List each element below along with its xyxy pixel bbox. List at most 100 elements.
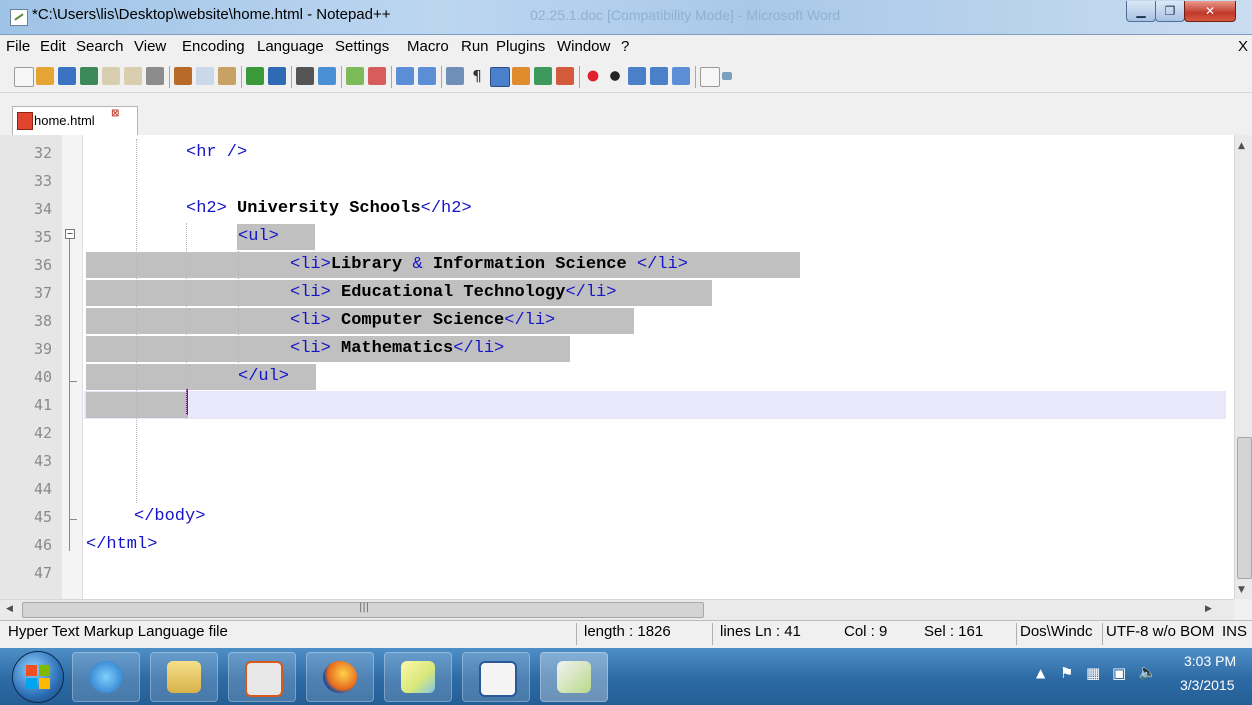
record-macro-icon[interactable]	[584, 67, 602, 85]
menu-language[interactable]: Language	[257, 38, 324, 55]
maximize-button[interactable]: ❐	[1155, 1, 1185, 22]
stop-macro-icon[interactable]	[606, 67, 624, 85]
taskbar-word[interactable]	[462, 652, 530, 702]
find-icon[interactable]	[296, 67, 314, 85]
spell-check-icon[interactable]	[700, 67, 720, 87]
user-language-icon[interactable]	[512, 67, 530, 85]
menu-edit[interactable]: Edit	[40, 38, 66, 55]
menu-file[interactable]: File	[6, 38, 30, 55]
line-number: 46	[33, 536, 52, 554]
fold-toggle-icon[interactable]: −	[65, 229, 75, 239]
status-lines-ln: lines Ln : 41	[720, 623, 801, 640]
network-icon[interactable]: ▣	[1112, 664, 1126, 682]
status-eol[interactable]: Dos\Windc	[1020, 623, 1102, 640]
clock-date[interactable]: 3/3/2015	[1180, 677, 1235, 693]
scroll-right-icon[interactable]: ▶	[1205, 604, 1212, 614]
status-insert-mode: INS	[1222, 623, 1248, 640]
open-file-icon[interactable]	[36, 67, 54, 85]
undo-icon[interactable]	[246, 67, 264, 85]
scroll-left-icon[interactable]: ◀	[6, 604, 13, 614]
zoom-in-icon[interactable]	[346, 67, 364, 85]
code-line[interactable]: 34 <h2> University Schools</h2>	[0, 195, 1234, 223]
menu-macro[interactable]: Macro	[407, 38, 449, 55]
copy-icon[interactable]	[196, 67, 214, 85]
action-center-flag-icon[interactable]: ⚑	[1060, 664, 1073, 682]
menu-search[interactable]: Search	[76, 38, 124, 55]
taskbar-file-explorer[interactable]	[150, 652, 218, 702]
new-file-icon[interactable]	[14, 67, 34, 87]
save-all-icon[interactable]	[80, 67, 98, 85]
notepad-plus-plus-icon	[10, 9, 28, 26]
taskbar-sticky-notes[interactable]	[384, 652, 452, 702]
show-hidden-icons-icon[interactable]: ▲	[1036, 666, 1045, 680]
sync-horizontal-icon[interactable]	[418, 67, 436, 85]
plugin-icon[interactable]	[722, 72, 732, 80]
code-line[interactable]: 33	[0, 167, 1234, 195]
title-bar[interactable]: *C:\Users\lis\Desktop\website\home.html …	[0, 0, 1252, 35]
taskbar-media-app[interactable]	[228, 652, 296, 702]
code-line[interactable]: 42	[0, 419, 1234, 447]
save-icon[interactable]	[58, 67, 76, 85]
code-text: <hr />	[186, 139, 247, 167]
html-tag-token: </li>	[453, 339, 505, 358]
save-macro-icon[interactable]	[672, 67, 690, 85]
indent-guide-icon[interactable]	[490, 67, 510, 87]
tab-home-html[interactable]: home.html ⊠	[12, 106, 138, 135]
paste-icon[interactable]	[218, 67, 236, 85]
menu-bar: File Edit Search View Encoding Language …	[0, 35, 1252, 59]
status-encoding[interactable]: UTF-8 w/o BOM	[1106, 623, 1220, 640]
current-line-highlight	[84, 391, 1226, 419]
menu-view[interactable]: View	[134, 38, 166, 55]
code-line[interactable]: 46 </html>	[0, 531, 1234, 559]
menu-run[interactable]: Run	[461, 38, 489, 55]
start-button[interactable]	[12, 651, 64, 703]
scroll-down-icon[interactable]: ▼	[1238, 585, 1245, 595]
taskbar-firefox[interactable]	[306, 652, 374, 702]
menu-window[interactable]: Window	[557, 38, 610, 55]
taskbar: ▲ ⚑ ▦ ▣ 🔈 3:03 PM 3/3/2015	[0, 648, 1252, 705]
code-line[interactable]: 43	[0, 447, 1234, 475]
horizontal-scroll-thumb[interactable]: |||	[22, 602, 704, 618]
redo-icon[interactable]	[268, 67, 286, 85]
document-map-icon[interactable]	[534, 67, 552, 85]
menu-encoding[interactable]: Encoding	[182, 38, 245, 55]
vertical-scrollbar[interactable]: ▲ ▼	[1234, 135, 1252, 599]
minimize-button[interactable]: ▁	[1126, 1, 1156, 22]
volume-icon[interactable]: 🔈	[1138, 663, 1157, 681]
zoom-out-icon[interactable]	[368, 67, 386, 85]
function-list-icon[interactable]	[556, 67, 574, 85]
code-line[interactable]: 47	[0, 559, 1234, 587]
close-button[interactable]: ✕	[1184, 1, 1236, 22]
notepad-plus-plus-icon	[557, 661, 591, 693]
close-document-button[interactable]: X	[1238, 38, 1248, 55]
tab-close-icon[interactable]: ⊠	[111, 108, 119, 119]
menu-plugins[interactable]: Plugins	[496, 38, 545, 55]
code-text: </body>	[134, 503, 205, 531]
code-line[interactable]: 44	[0, 475, 1234, 503]
horizontal-scrollbar[interactable]: ◀ ||| ▶	[0, 599, 1234, 620]
sync-vertical-icon[interactable]	[396, 67, 414, 85]
play-macro-icon[interactable]	[628, 67, 646, 85]
close-all-icon[interactable]	[124, 67, 142, 85]
scroll-up-icon[interactable]: ▲	[1238, 141, 1245, 151]
menu-settings[interactable]: Settings	[335, 38, 389, 55]
taskbar-internet-explorer[interactable]	[72, 652, 140, 702]
menu-help[interactable]: ?	[621, 38, 629, 55]
word-wrap-icon[interactable]	[446, 67, 464, 85]
code-editor[interactable]: 32 <hr /> 33 34 <h2> University Schools</h2>…	[0, 135, 1234, 599]
run-macro-multiple-icon[interactable]	[650, 67, 668, 85]
show-all-characters-icon[interactable]: ¶	[468, 67, 486, 85]
code-line[interactable]: 45 </body>	[0, 503, 1234, 531]
replace-icon[interactable]	[318, 67, 336, 85]
status-file-type: Hyper Text Markup Language file	[8, 623, 228, 640]
tray-app-icon[interactable]: ▦	[1086, 664, 1100, 682]
code-line[interactable]: 32 <hr />	[0, 139, 1234, 167]
html-tag-token: <li>	[290, 311, 342, 330]
cut-icon[interactable]	[174, 67, 192, 85]
vertical-scroll-thumb[interactable]	[1237, 437, 1252, 579]
taskbar-notepad-plus-plus[interactable]	[540, 652, 608, 702]
close-icon[interactable]	[102, 67, 120, 85]
clock-time[interactable]: 3:03 PM	[1184, 653, 1236, 669]
line-number: 47	[33, 564, 52, 582]
print-icon[interactable]	[146, 67, 164, 85]
